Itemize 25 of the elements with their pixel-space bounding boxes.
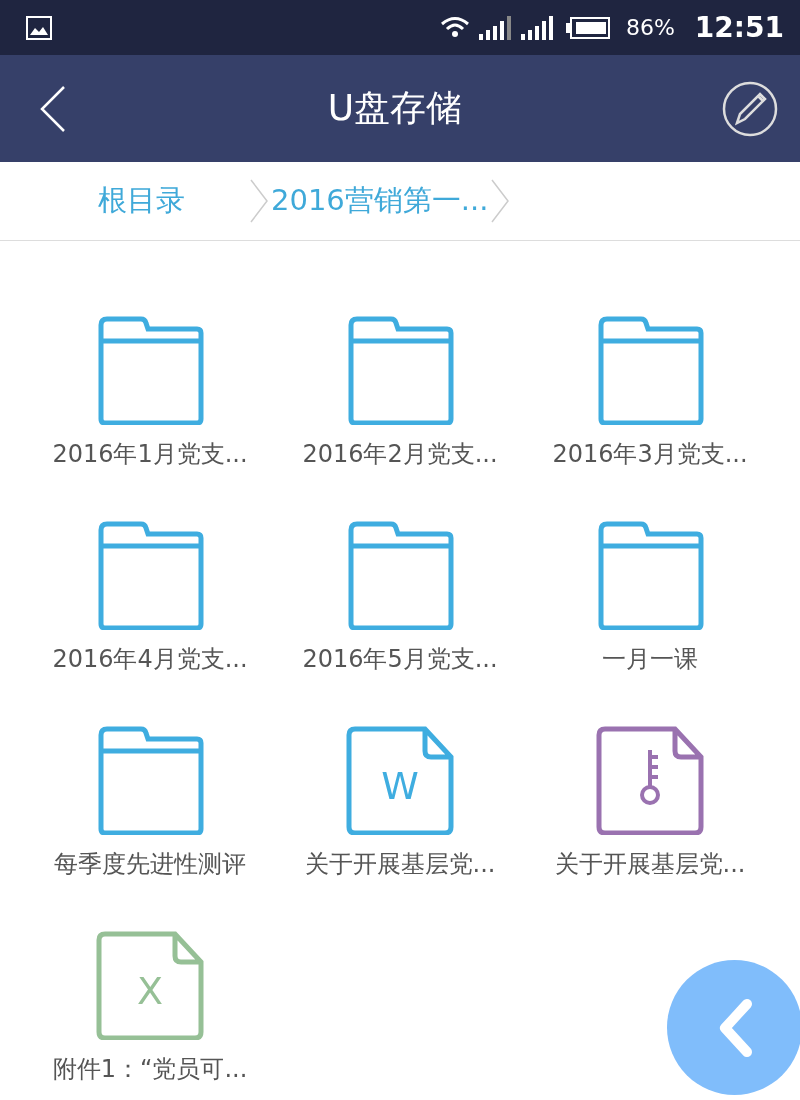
file-name: 2016年1月党支... bbox=[52, 439, 248, 470]
file-name: 2016年3月党支... bbox=[552, 439, 748, 470]
file-name: 附件1：“党员可... bbox=[52, 1054, 248, 1085]
file-name: 一月一课 bbox=[602, 644, 698, 675]
chevron-icon bbox=[490, 179, 511, 223]
file-name: 2016年5月党支... bbox=[302, 644, 498, 675]
battery-percent: 86% bbox=[625, 15, 675, 40]
zip-file-icon[interactable] bbox=[595, 725, 705, 835]
back-button[interactable] bbox=[38, 83, 68, 134]
battery-icon bbox=[565, 16, 610, 39]
file-name: 每季度先进性测评 bbox=[54, 849, 246, 880]
file-name: 2016年2月党支... bbox=[302, 439, 498, 470]
edit-button[interactable] bbox=[722, 80, 778, 137]
clock-time: 12:51 bbox=[694, 11, 784, 44]
page-title: U盘存储 bbox=[327, 86, 463, 130]
wifi-icon bbox=[439, 15, 470, 40]
signal-icon bbox=[477, 15, 512, 40]
file-name: 2016年4月党支... bbox=[52, 644, 248, 675]
breadcrumb-link[interactable]: 2016营销第一... bbox=[271, 181, 489, 221]
breadcrumb-link[interactable]: 根目录 bbox=[98, 181, 185, 221]
file-name: 关于开展基层党... bbox=[554, 849, 746, 880]
image-icon bbox=[26, 15, 52, 40]
signal-icon bbox=[519, 15, 554, 40]
file-name: 关于开展基层党... bbox=[304, 849, 496, 880]
chevron-icon bbox=[249, 179, 269, 223]
